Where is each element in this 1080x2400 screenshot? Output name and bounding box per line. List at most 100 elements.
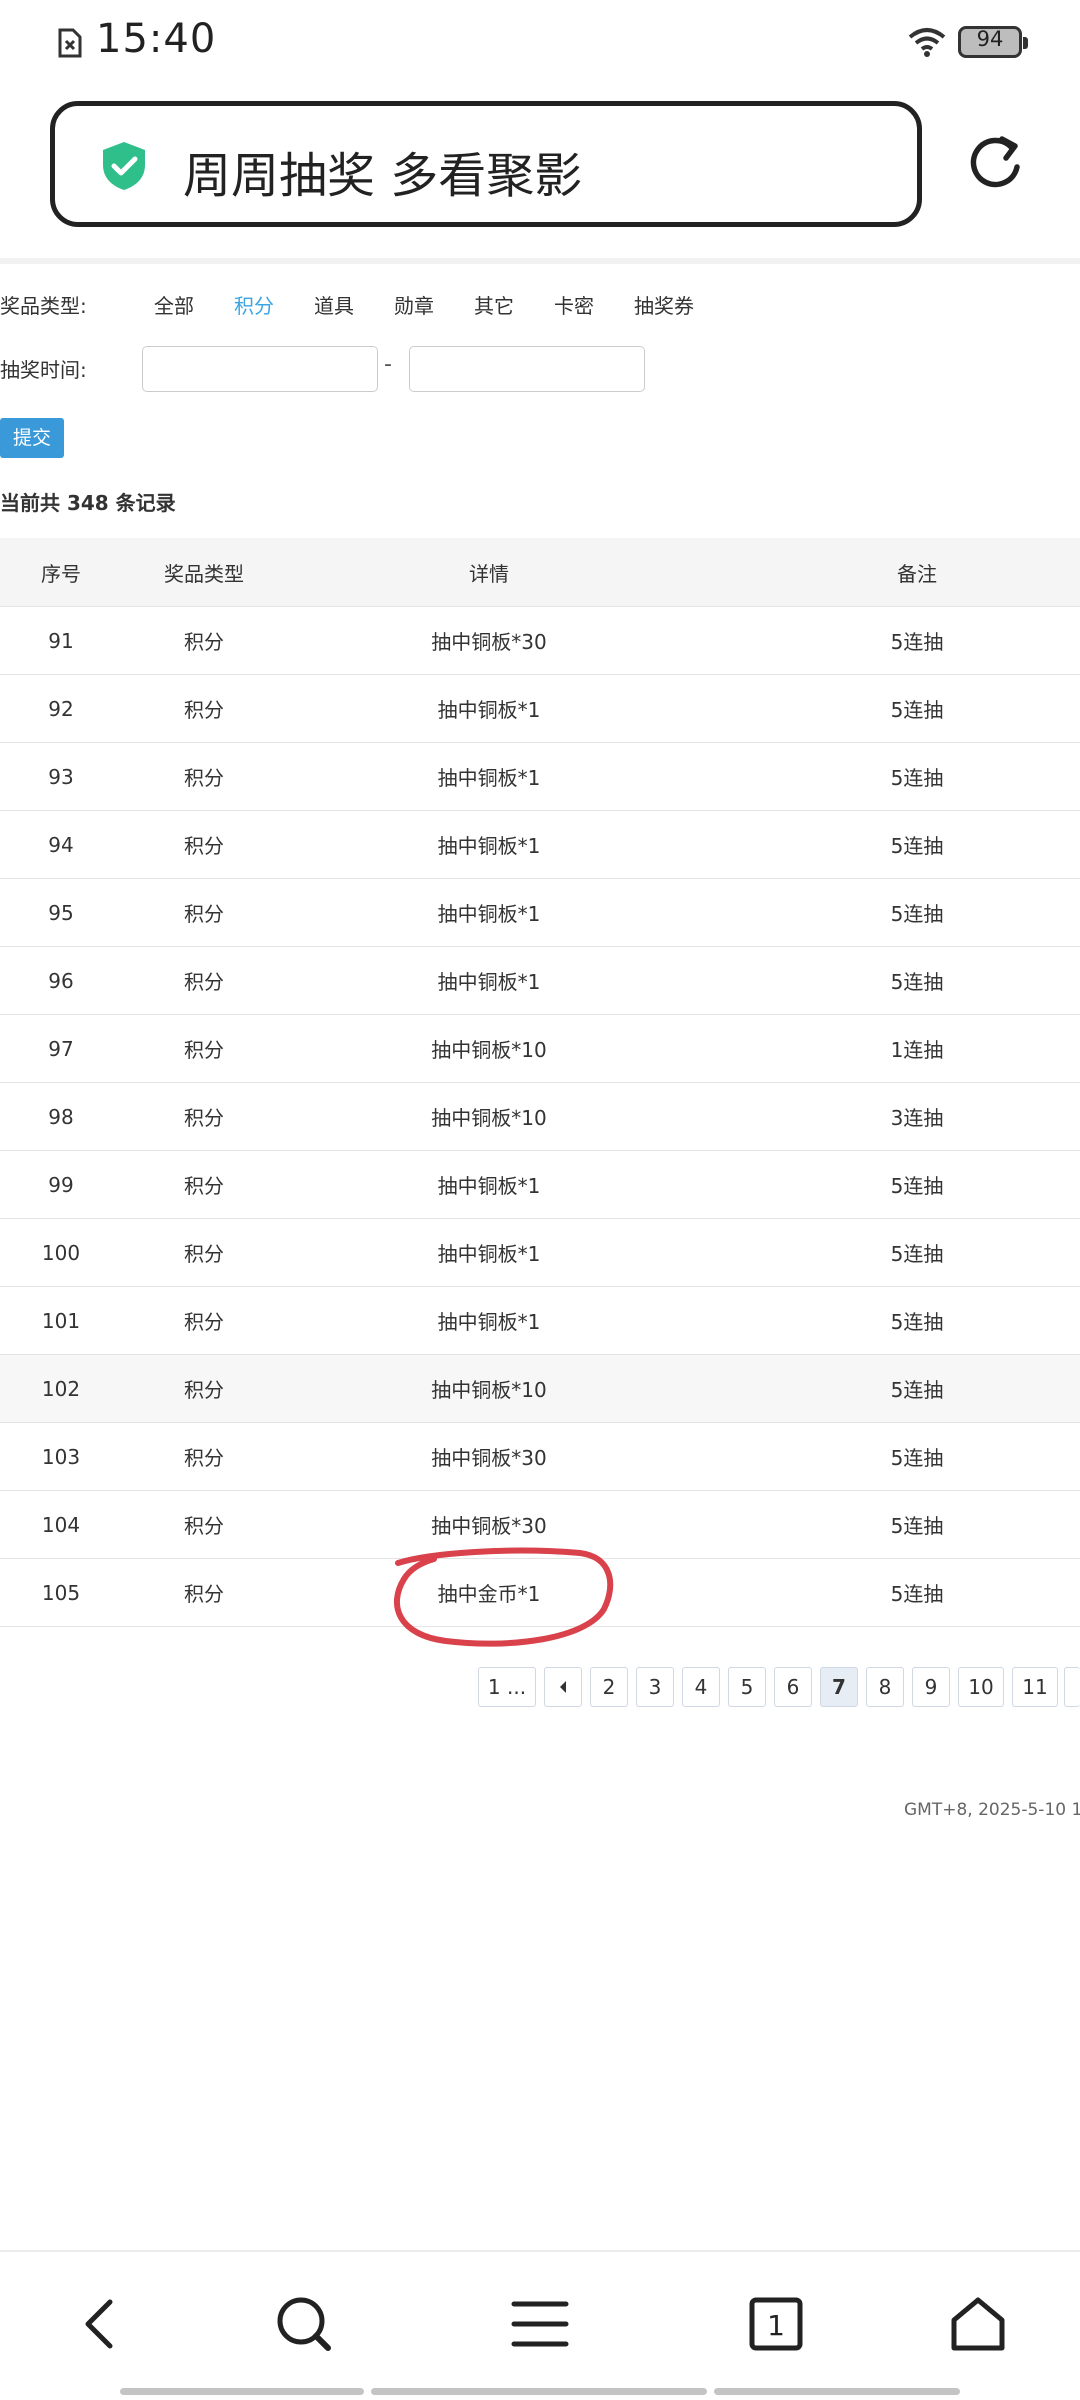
- cell-details: 抽中铜板*1: [437, 902, 541, 926]
- battery-level: 94: [976, 27, 1004, 51]
- page-5-button[interactable]: 5: [728, 1667, 766, 1707]
- search-icon[interactable]: [272, 2292, 336, 2356]
- cell-index: 92: [48, 696, 74, 721]
- home-icon[interactable]: [946, 2292, 1010, 2356]
- table-row: 92 积分 抽中铜板*1 5连抽: [0, 675, 1080, 743]
- cell-details: 抽中铜板*10: [431, 1038, 547, 1062]
- tabs-icon[interactable]: 1: [744, 2292, 808, 2356]
- end-date-input[interactable]: [409, 346, 645, 392]
- pagination: 1 ... 2 3 4 5 6 7 8 9 10 11: [0, 1667, 1080, 1707]
- page-4-button[interactable]: 4: [682, 1667, 720, 1707]
- cell-index: 95: [48, 900, 74, 925]
- page-10-button[interactable]: 10: [958, 1667, 1004, 1707]
- page-title: 周周抽奖 多看聚影: [183, 148, 583, 204]
- cell-prize-type: 积分: [184, 1106, 224, 1130]
- cell-remarks: 5连抽: [890, 970, 944, 994]
- record-count: 当前共 348 条记录: [0, 491, 176, 515]
- cell-index: 101: [41, 1308, 81, 1333]
- page-8-button[interactable]: 8: [866, 1667, 904, 1707]
- battery-icon: 94: [958, 26, 1028, 58]
- cell-remarks: 5连抽: [890, 1310, 944, 1334]
- filter-option-all[interactable]: 全部: [154, 290, 194, 319]
- cell-remarks: 5连抽: [890, 766, 944, 790]
- page-9-button[interactable]: 9: [912, 1667, 950, 1707]
- table-row: 102 积分 抽中铜板*10 5连抽: [0, 1355, 1080, 1423]
- filter-option-cardkey[interactable]: 卡密: [554, 290, 594, 319]
- table-row: 93 积分 抽中铜板*1 5连抽: [0, 743, 1080, 811]
- cell-details: 抽中铜板*1: [437, 766, 541, 790]
- draw-time-label: 抽奖时间:: [0, 358, 87, 382]
- cell-details: 抽中铜板*30: [431, 1446, 547, 1470]
- table-row: 98 积分 抽中铜板*10 3连抽: [0, 1083, 1080, 1151]
- page-first-button[interactable]: 1 ...: [478, 1667, 536, 1707]
- cell-remarks: 3连抽: [890, 1106, 944, 1130]
- cell-prize-type: 积分: [184, 834, 224, 858]
- gesture-bar-center: [371, 2388, 707, 2395]
- cell-prize-type: 积分: [184, 1446, 224, 1470]
- cell-remarks: 5连抽: [890, 902, 944, 926]
- cell-remarks: 5连抽: [890, 1242, 944, 1266]
- table-row: 101 积分 抽中铜板*1 5连抽: [0, 1287, 1080, 1355]
- cell-index: 104: [41, 1512, 81, 1537]
- page-prev-button[interactable]: [544, 1667, 582, 1707]
- divider: [0, 2250, 1080, 2252]
- gesture-bar-left: [120, 2388, 364, 2395]
- cell-prize-type: 积分: [184, 1242, 224, 1266]
- cell-remarks: 5连抽: [890, 1446, 944, 1470]
- cell-remarks: 5连抽: [890, 834, 944, 858]
- table-row: 94 积分 抽中铜板*1 5连抽: [0, 811, 1080, 879]
- cell-details: 抽中铜板*10: [431, 1378, 547, 1402]
- table-row: 103 积分 抽中铜板*30 5连抽: [0, 1423, 1080, 1491]
- svg-text:1: 1: [767, 2309, 785, 2342]
- cell-index: 100: [41, 1240, 81, 1265]
- cell-index: 96: [48, 968, 74, 993]
- filter-option-other[interactable]: 其它: [474, 290, 514, 319]
- wifi-icon: [908, 28, 946, 57]
- menu-icon[interactable]: [508, 2292, 572, 2356]
- cell-prize-type: 积分: [184, 766, 224, 790]
- cell-prize-type: 积分: [184, 1310, 224, 1334]
- filter-option-items[interactable]: 道具: [314, 290, 354, 319]
- cell-remarks: 5连抽: [890, 1174, 944, 1198]
- page-3-button[interactable]: 3: [636, 1667, 674, 1707]
- cell-prize-type: 积分: [184, 698, 224, 722]
- file-error-icon: [58, 28, 82, 58]
- reload-icon[interactable]: [966, 134, 1024, 192]
- submit-button[interactable]: 提交: [0, 418, 64, 458]
- cell-index: 93: [48, 764, 74, 789]
- cell-remarks: 5连抽: [890, 1378, 944, 1402]
- table-row: 91 积分 抽中铜板*30 5连抽: [0, 607, 1080, 675]
- header-prize-type: 奖品类型: [164, 561, 244, 586]
- page-6-button[interactable]: 6: [774, 1667, 812, 1707]
- cell-details: 抽中铜板*1: [437, 1242, 541, 1266]
- status-bar: 15:40 94: [0, 0, 1080, 84]
- cell-index: 103: [41, 1444, 81, 1469]
- cell-index: 102: [41, 1376, 81, 1401]
- header-index: 序号: [41, 561, 81, 586]
- start-date-input[interactable]: [142, 346, 378, 392]
- red-circle-annotation: [393, 1547, 614, 1647]
- filter-option-points[interactable]: 积分: [234, 290, 274, 319]
- page-2-button[interactable]: 2: [590, 1667, 628, 1707]
- address-bar[interactable]: 周周抽奖 多看聚影: [50, 101, 922, 227]
- table-header: 序号 奖品类型 详情 备注: [0, 538, 1080, 607]
- cell-prize-type: 积分: [184, 630, 224, 654]
- back-icon[interactable]: [68, 2292, 132, 2356]
- cell-remarks: 1连抽: [890, 1038, 944, 1062]
- footer-timestamp: GMT+8, 2025-5-10 15:4: [904, 1800, 1080, 1820]
- cell-remarks: 5连抽: [890, 1582, 944, 1606]
- filter-option-lottery-ticket[interactable]: 抽奖券: [634, 290, 694, 319]
- cell-index: 98: [48, 1104, 74, 1129]
- cell-prize-type: 积分: [184, 1582, 224, 1606]
- table-row: 99 积分 抽中铜板*1 5连抽: [0, 1151, 1080, 1219]
- cell-prize-type: 积分: [184, 1378, 224, 1402]
- filter-option-medals[interactable]: 勋章: [394, 290, 434, 319]
- page-next-partial[interactable]: [1064, 1667, 1080, 1707]
- page-7-current[interactable]: 7: [820, 1667, 858, 1707]
- table-row: 100 积分 抽中铜板*1 5连抽: [0, 1219, 1080, 1287]
- table-row: 97 积分 抽中铜板*10 1连抽: [0, 1015, 1080, 1083]
- cell-details: 抽中铜板*1: [437, 970, 541, 994]
- cell-details: 抽中铜板*1: [437, 698, 541, 722]
- cell-prize-type: 积分: [184, 970, 224, 994]
- page-11-button[interactable]: 11: [1012, 1667, 1058, 1707]
